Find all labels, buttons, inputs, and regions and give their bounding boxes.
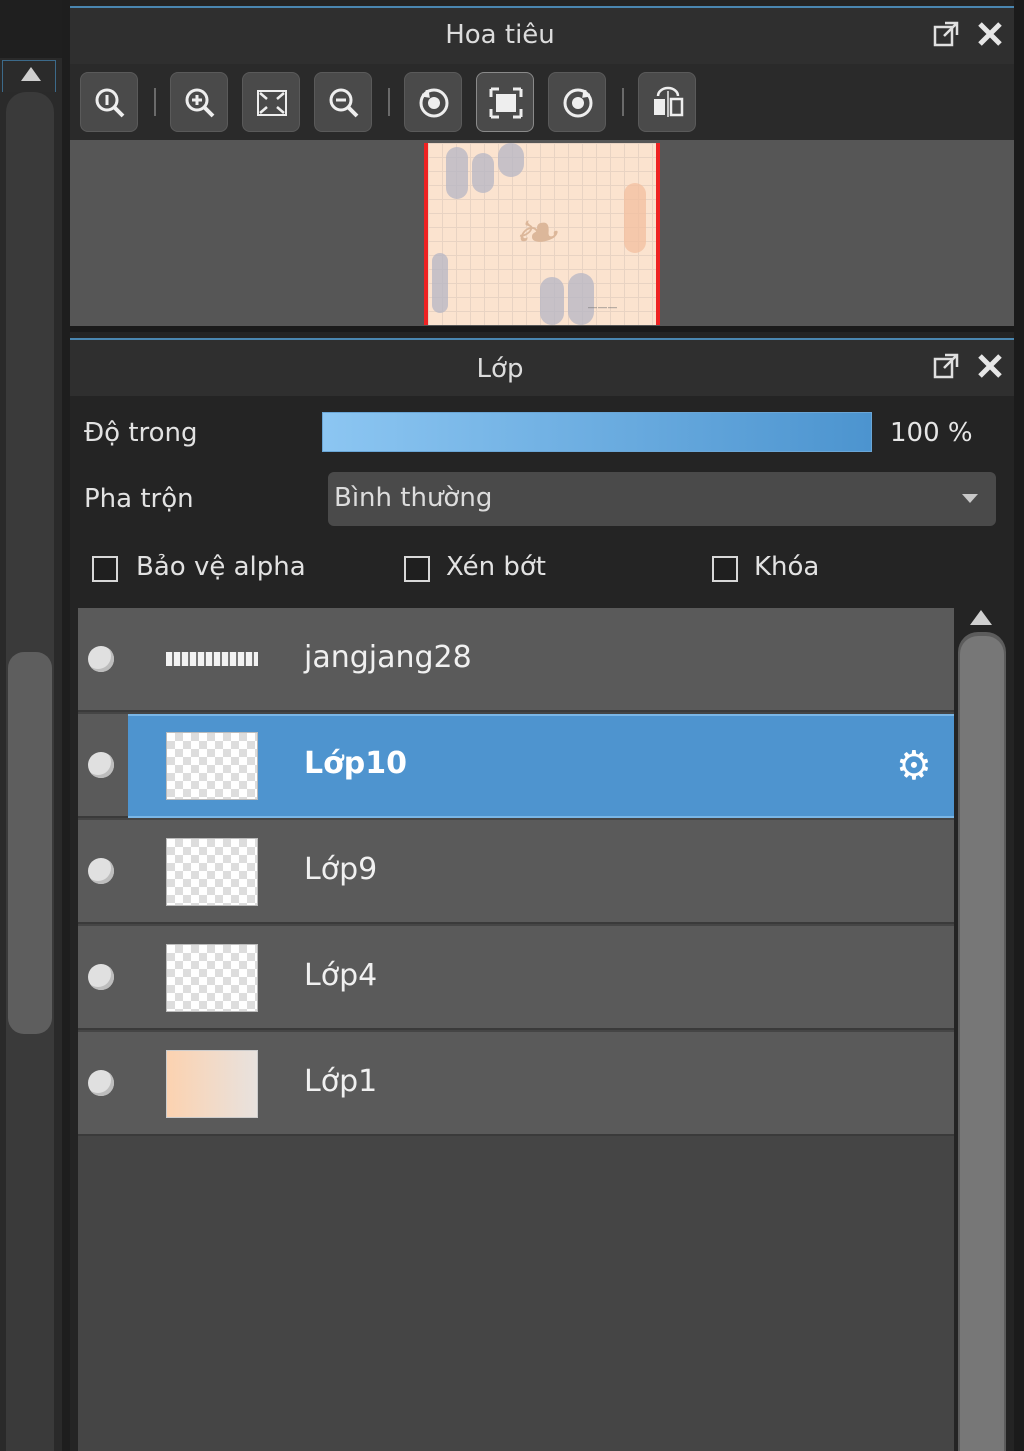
layer-thumbnail bbox=[166, 732, 258, 800]
clipping-label: Xén bớt bbox=[446, 552, 546, 582]
lock-checkbox[interactable] bbox=[712, 556, 738, 582]
canvas-thumbnail[interactable]: ❧ ――― bbox=[424, 143, 660, 325]
layer-row-selected[interactable]: Lớp10 ⚙ bbox=[78, 714, 954, 818]
toolbar-separator bbox=[154, 88, 156, 116]
close-icon[interactable] bbox=[976, 20, 1004, 48]
thumb-shape bbox=[498, 143, 524, 177]
thumb-content bbox=[166, 652, 258, 666]
layer-name: Lớp9 bbox=[304, 852, 378, 887]
fit-canvas-icon bbox=[489, 87, 523, 119]
layer-scroll-thumb[interactable] bbox=[960, 636, 1004, 1451]
navigator-preview-area[interactable]: ❧ ――― bbox=[70, 140, 1014, 326]
layer-row[interactable]: jangjang28 bbox=[78, 608, 954, 712]
layers-header[interactable]: Lớp bbox=[70, 340, 1014, 396]
visibility-toggle[interactable] bbox=[88, 752, 114, 778]
opacity-slider[interactable] bbox=[322, 412, 872, 452]
visibility-toggle[interactable] bbox=[88, 646, 114, 672]
zoom-in-button[interactable] bbox=[170, 72, 228, 132]
undock-icon[interactable] bbox=[932, 20, 960, 48]
thumb-shape bbox=[446, 147, 468, 199]
left-scroll-thumb[interactable] bbox=[8, 652, 52, 1034]
blend-mode-value: Bình thường bbox=[334, 483, 493, 513]
layer-row[interactable]: Lớp4 bbox=[78, 926, 954, 1030]
rotate-left-icon bbox=[419, 88, 449, 118]
scroll-up-icon bbox=[21, 67, 41, 81]
layer-name: jangjang28 bbox=[304, 640, 472, 675]
rotate-right-icon bbox=[563, 88, 593, 118]
navigator-title: Hoa tiêu bbox=[445, 20, 555, 50]
left-dock-strip bbox=[0, 0, 64, 1451]
blend-mode-select[interactable]: Bình thường bbox=[328, 472, 996, 526]
gear-icon[interactable]: ⚙ bbox=[896, 746, 932, 786]
flip-horizontal-icon bbox=[654, 86, 684, 117]
rotate-right-button[interactable] bbox=[548, 72, 606, 132]
zoom-in-icon bbox=[185, 88, 215, 118]
thumb-shape bbox=[540, 277, 564, 325]
layer-thumbnail bbox=[166, 944, 258, 1012]
layer-name: Lớp1 bbox=[304, 1064, 378, 1099]
zoom-out-icon bbox=[329, 88, 359, 118]
zoom-actual-button[interactable] bbox=[80, 72, 138, 132]
layer-list: jangjang28 Lớp10 ⚙ Lớp9 Lớp4 Lớp1 bbox=[78, 608, 954, 1451]
scroll-up-icon[interactable] bbox=[970, 610, 992, 625]
left-dock-top bbox=[0, 0, 64, 58]
zoom-out-button[interactable] bbox=[314, 72, 372, 132]
dock-divider[interactable] bbox=[62, 0, 70, 1451]
fit-canvas-button[interactable] bbox=[476, 72, 534, 132]
blend-mode-label: Pha trộn bbox=[84, 484, 194, 514]
toolbar-separator bbox=[388, 88, 390, 116]
layer-name: Lớp10 bbox=[304, 746, 407, 781]
navigator-header[interactable]: Hoa tiêu bbox=[70, 8, 1014, 64]
thumb-shape bbox=[624, 183, 646, 253]
rotate-left-button[interactable] bbox=[404, 72, 462, 132]
thumb-shape bbox=[568, 273, 594, 325]
opacity-value: 100 % bbox=[890, 418, 973, 448]
thumb-signature: ――― bbox=[588, 303, 618, 313]
lock-label: Khóa bbox=[754, 552, 820, 582]
fit-screen-icon bbox=[257, 90, 287, 116]
left-scroll-up-button[interactable] bbox=[2, 60, 56, 92]
layer-thumbnail bbox=[166, 1050, 258, 1118]
clipping-checkbox[interactable] bbox=[404, 556, 430, 582]
fit-screen-button[interactable] bbox=[242, 72, 300, 132]
thumb-artwork: ❧ bbox=[512, 201, 558, 264]
window-edge bbox=[1014, 0, 1024, 1451]
layer-thumbnail bbox=[166, 626, 258, 694]
opacity-label: Độ trong bbox=[84, 418, 198, 448]
flip-horizontal-button[interactable] bbox=[638, 72, 696, 132]
layer-row[interactable]: Lớp1 bbox=[78, 1032, 954, 1136]
close-icon[interactable] bbox=[976, 352, 1004, 380]
chevron-down-icon bbox=[962, 494, 978, 503]
thumb-shape bbox=[432, 253, 448, 313]
layer-row[interactable]: Lớp9 bbox=[78, 820, 954, 924]
zoom-actual-icon bbox=[95, 88, 125, 118]
toolbar-separator bbox=[622, 88, 624, 116]
protect-alpha-checkbox[interactable] bbox=[92, 556, 118, 582]
visibility-toggle[interactable] bbox=[88, 858, 114, 884]
thumb-shape bbox=[472, 153, 494, 193]
visibility-toggle[interactable] bbox=[88, 1070, 114, 1096]
navigator-panel: Hoa tiêu ❧ ――― bbox=[70, 0, 1014, 330]
layer-thumbnail bbox=[166, 838, 258, 906]
layers-panel: Lớp Độ trong 100 % Pha trộn Bình thường … bbox=[70, 332, 1014, 1451]
navigator-toolbar bbox=[70, 64, 1014, 140]
layers-title: Lớp bbox=[476, 354, 524, 384]
protect-alpha-label: Bảo vệ alpha bbox=[136, 552, 306, 582]
undock-icon[interactable] bbox=[932, 352, 960, 380]
layer-name: Lớp4 bbox=[304, 958, 378, 993]
visibility-toggle[interactable] bbox=[88, 964, 114, 990]
